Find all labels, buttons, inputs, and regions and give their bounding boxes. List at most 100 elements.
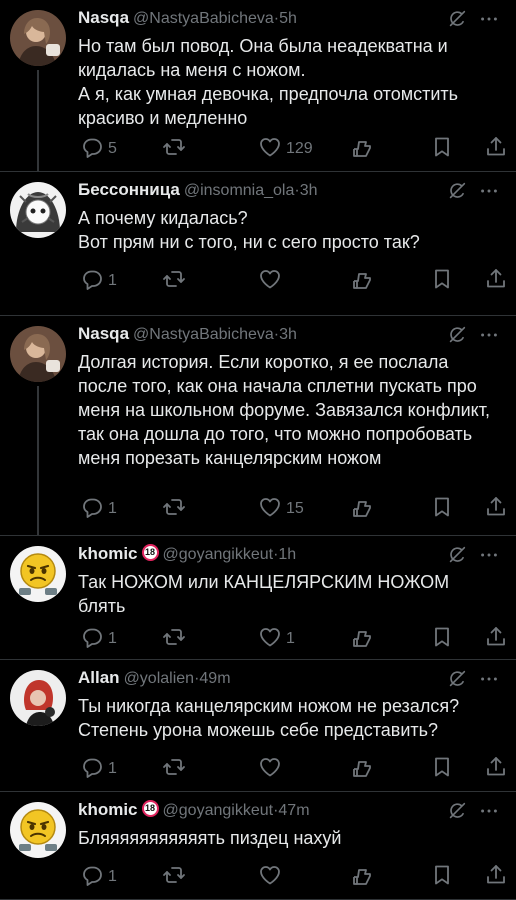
author-name[interactable]: khomic — [78, 544, 138, 563]
author-handle[interactable]: @NastyaBabicheva — [133, 326, 274, 343]
stats-icon — [350, 863, 374, 892]
bookmark-button[interactable] — [430, 496, 454, 522]
header-icons — [436, 180, 500, 202]
header-icons — [436, 544, 500, 566]
reply-button[interactable]: 1 — [80, 864, 117, 890]
share-icon — [484, 755, 508, 784]
stats-button[interactable] — [350, 136, 374, 162]
tweet[interactable]: khomic 18 @goyangikkeut·1h Так НОЖОМ или КА… — [0, 536, 516, 660]
stats-button[interactable] — [350, 864, 374, 890]
retweet-button[interactable] — [162, 864, 190, 890]
reply-button[interactable]: 5 — [80, 136, 117, 162]
bookmark-button[interactable] — [430, 626, 454, 652]
emoji-face-avatar[interactable] — [10, 802, 66, 858]
stats-button[interactable] — [350, 496, 374, 522]
like-count: 129 — [286, 140, 313, 157]
reply-button[interactable]: 1 — [80, 496, 117, 522]
more-icon[interactable] — [468, 668, 500, 687]
like-icon — [258, 135, 282, 164]
like-icon — [258, 495, 282, 524]
stats-button[interactable] — [350, 756, 374, 782]
author-handle[interactable]: @insomnia_ola — [184, 182, 295, 199]
stats-button[interactable] — [350, 626, 374, 652]
share-button[interactable] — [484, 626, 508, 652]
stats-icon — [350, 495, 374, 524]
like-button[interactable]: 1 — [258, 626, 295, 652]
grok-icon[interactable] — [436, 324, 468, 343]
author-handle[interactable]: @goyangikkeut — [163, 546, 274, 563]
grok-icon[interactable] — [436, 8, 468, 27]
author-name[interactable]: Бессонница — [78, 180, 180, 199]
bookmark-button[interactable] — [430, 864, 454, 890]
timestamp[interactable]: 49m — [199, 670, 230, 687]
like-button[interactable] — [258, 756, 286, 782]
retweet-button[interactable] — [162, 626, 190, 652]
stats-icon — [350, 135, 374, 164]
age-18-badge: 18 — [141, 800, 159, 817]
retweet-button[interactable] — [162, 496, 190, 522]
timestamp[interactable]: 1h — [278, 546, 296, 563]
timestamp[interactable]: 5h — [279, 10, 297, 27]
tweet-actions: 1 — [74, 756, 516, 782]
woman-photo-avatar[interactable] — [10, 326, 66, 382]
tweet-header: khomic 18 @goyangikkeut·1h — [78, 544, 508, 566]
reply-icon — [80, 625, 104, 654]
like-button[interactable] — [258, 268, 286, 294]
tweet[interactable]: Бессонница @insomnia_ola·3h А почему кидал… — [0, 172, 516, 316]
emoji-face-avatar[interactable] — [10, 546, 66, 602]
retweet-button[interactable] — [162, 136, 190, 162]
more-icon[interactable] — [468, 800, 500, 819]
reply-button[interactable]: 1 — [80, 626, 117, 652]
stats-button[interactable] — [350, 268, 374, 294]
timestamp[interactable]: 3h — [300, 182, 318, 199]
retweet-button[interactable] — [162, 756, 190, 782]
share-button[interactable] — [484, 496, 508, 522]
grok-icon[interactable] — [436, 180, 468, 199]
like-button[interactable]: 129 — [258, 136, 313, 162]
author-name[interactable]: Nasqa — [78, 8, 129, 27]
tweet-text: Ты никогда канцелярским ножом не резался… — [78, 696, 465, 740]
like-count: 15 — [286, 500, 304, 517]
author-handle[interactable]: @NastyaBabicheva — [133, 10, 274, 27]
tweet[interactable]: khomic 18 @goyangikkeut·47m Бляяяяяяяяяяять… — [0, 792, 516, 900]
grok-icon[interactable] — [436, 544, 468, 563]
author-handle[interactable]: @goyangikkeut — [163, 802, 274, 819]
share-button[interactable] — [484, 864, 508, 890]
author-handle[interactable]: @yolalien — [124, 670, 195, 687]
woman-photo-avatar[interactable] — [10, 10, 66, 66]
more-icon[interactable] — [468, 180, 500, 199]
bookmark-button[interactable] — [430, 756, 454, 782]
like-button[interactable]: 15 — [258, 496, 304, 522]
bookmark-icon — [430, 135, 454, 164]
tweet[interactable]: Nasqa @NastyaBabicheva·3h Долгая история. … — [0, 316, 516, 536]
bookmark-button[interactable] — [430, 136, 454, 162]
tweet-text: Долгая история. Если коротко, я ее посла… — [78, 352, 496, 468]
bookmark-icon — [430, 863, 454, 892]
timestamp[interactable]: 3h — [279, 326, 297, 343]
author-name[interactable]: Allan — [78, 668, 120, 687]
share-button[interactable] — [484, 268, 508, 294]
retweet-button[interactable] — [162, 268, 190, 294]
more-icon[interactable] — [468, 324, 500, 343]
like-button[interactable] — [258, 864, 286, 890]
bookmark-button[interactable] — [430, 268, 454, 294]
more-icon[interactable] — [468, 544, 500, 563]
stats-icon — [350, 755, 374, 784]
author-name[interactable]: khomic — [78, 800, 138, 819]
author-name[interactable]: Nasqa — [78, 324, 129, 343]
retweet-icon — [162, 135, 186, 164]
tweet-text: Так НОЖОМ или КАНЦЕЛЯРСКИМ НОЖОМ блять — [78, 572, 455, 616]
reply-icon — [80, 267, 104, 296]
more-icon[interactable] — [468, 8, 500, 27]
reply-button[interactable]: 1 — [80, 756, 117, 782]
anime-drawing-avatar[interactable] — [10, 182, 66, 238]
redhead-photo-avatar[interactable] — [10, 670, 66, 726]
share-button[interactable] — [484, 756, 508, 782]
share-button[interactable] — [484, 136, 508, 162]
reply-button[interactable]: 1 — [80, 268, 117, 294]
grok-icon[interactable] — [436, 800, 468, 819]
tweet[interactable]: Allan @yolalien·49m Ты никогда канцелярски… — [0, 660, 516, 792]
timestamp[interactable]: 47m — [278, 802, 309, 819]
grok-icon[interactable] — [436, 668, 468, 687]
tweet[interactable]: Nasqa @NastyaBabicheva·5h Но там был повод… — [0, 0, 516, 172]
